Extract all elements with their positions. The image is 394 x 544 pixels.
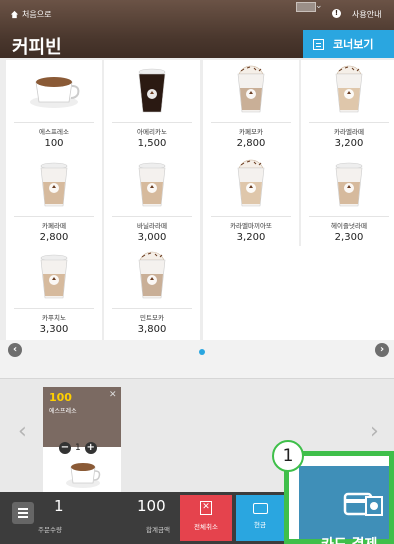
- product-price: 100: [44, 138, 64, 149]
- menu-icon: [18, 508, 28, 510]
- cart-item-qty: 1: [75, 443, 81, 453]
- product-price: 1,500: [137, 138, 167, 149]
- total-amount-value: 100: [137, 497, 166, 515]
- product-image: [203, 154, 299, 212]
- divider: [14, 216, 94, 217]
- product-name: 아메리카노: [137, 128, 167, 136]
- divider: [14, 308, 94, 309]
- product-name: 헤이즐넛라떼: [331, 222, 367, 230]
- order-qty-label: 주문수량: [38, 526, 62, 534]
- divider: [211, 122, 291, 123]
- card-payment-label: 카드 결제: [321, 534, 377, 544]
- list-icon: [313, 38, 324, 50]
- product-name: 에스프레소: [39, 128, 69, 136]
- product-card[interactable]: 카페라떼 2,800: [6, 154, 102, 248]
- cash-button[interactable]: 현금: [236, 495, 284, 541]
- total-amount-label: 합계금액: [146, 526, 170, 534]
- cash-icon: [252, 503, 268, 514]
- cart-next-icon[interactable]: ›: [370, 419, 379, 444]
- product-image: [301, 60, 394, 118]
- product-name: 카푸치노: [42, 314, 66, 322]
- next-page-icon[interactable]: ›: [375, 343, 389, 357]
- cancel-all-button[interactable]: ✕ 전체취소: [180, 495, 232, 541]
- empty-slot: [203, 246, 394, 340]
- cash-label: 현금: [254, 521, 266, 529]
- product-name: 카페라떼: [42, 222, 66, 230]
- product-image: [203, 60, 299, 118]
- product-card[interactable]: 에스프레소 100: [6, 60, 102, 154]
- product-card[interactable]: 바닐라라떼 3,000: [104, 154, 200, 248]
- product-image: [6, 60, 102, 118]
- product-card[interactable]: 헤이즐넛라떼 2,300: [301, 154, 394, 248]
- product-name: 바닐라라떼: [137, 222, 167, 230]
- card-payment-icon: [343, 492, 383, 516]
- divider: [309, 122, 389, 123]
- product-image: [104, 154, 200, 212]
- header-bar: 처음으로 ⌄ ! 사용안내 커피빈 코너보기: [0, 0, 394, 64]
- divider: [112, 216, 192, 217]
- cancel-icon: ✕: [200, 501, 212, 515]
- menu-button[interactable]: [12, 502, 34, 524]
- divider: [112, 122, 192, 123]
- divider: [211, 216, 291, 217]
- product-card[interactable]: 카페모카 2,800: [203, 60, 299, 154]
- product-price: 3,300: [39, 324, 69, 335]
- cart-item[interactable]: 100 에스프레소 ✕ − 1 +: [43, 387, 121, 493]
- cart-item-header: 100 에스프레소 ✕: [43, 387, 121, 447]
- product-price: 2,300: [334, 232, 364, 243]
- divider: [309, 216, 389, 217]
- product-card[interactable]: 카라멜라떼 3,200: [301, 60, 394, 154]
- espresso-cup-image: [66, 463, 101, 488]
- product-price: 2,800: [236, 138, 266, 149]
- page-title: 커피빈: [12, 37, 62, 58]
- product-image: [104, 246, 200, 304]
- product-image: [301, 154, 394, 212]
- home-button[interactable]: 처음으로: [10, 9, 51, 20]
- product-grid: 에스프레소 100 아메리카노 1,500 카페모카 2,800 카라멜라떼 3,200 카페라…: [0, 58, 394, 340]
- cart-item-name: 에스프레소: [49, 408, 77, 415]
- prev-page-icon[interactable]: ‹: [8, 343, 22, 357]
- product-card[interactable]: 아메리카노 1,500: [104, 60, 200, 154]
- order-qty-value: 1: [54, 497, 64, 515]
- product-price: 3,800: [137, 324, 167, 335]
- cart-item-price: 100: [49, 391, 72, 404]
- product-card[interactable]: 카푸치노 3,300: [6, 246, 102, 340]
- product-card[interactable]: 민트모카 3,800: [104, 246, 200, 340]
- product-price: 2,800: [39, 232, 69, 243]
- product-image: [6, 154, 102, 212]
- chevron-down-icon[interactable]: ⌄: [315, 1, 323, 11]
- product-price: 3,000: [137, 232, 167, 243]
- product-name: 카라멜마끼아또: [230, 222, 272, 230]
- product-name: 민트모카: [140, 314, 164, 322]
- cancel-all-label: 전체취소: [194, 523, 218, 531]
- page-indicator: [199, 349, 205, 355]
- corner-view-button[interactable]: 코너보기: [303, 30, 394, 58]
- home-label: 처음으로: [22, 10, 52, 19]
- info-icon[interactable]: !: [332, 9, 341, 18]
- product-name: 카라멜라떼: [334, 128, 364, 136]
- divider: [14, 122, 94, 123]
- home-icon: [10, 10, 19, 19]
- product-price: 3,200: [236, 232, 266, 243]
- guide-link[interactable]: 사용안내: [352, 9, 381, 20]
- product-image: [6, 246, 102, 304]
- product-image: [104, 60, 200, 118]
- product-price: 3,200: [334, 138, 364, 149]
- product-name: 카페모카: [239, 128, 263, 136]
- corner-view-label: 코너보기: [333, 38, 374, 51]
- product-card[interactable]: 카라멜마끼아또 3,200: [203, 154, 299, 248]
- close-icon[interactable]: ✕: [109, 390, 117, 400]
- step-callout: 1: [272, 440, 304, 472]
- keyboard-icon[interactable]: [296, 2, 316, 12]
- divider: [112, 308, 192, 309]
- cart-prev-icon[interactable]: ‹: [18, 419, 27, 444]
